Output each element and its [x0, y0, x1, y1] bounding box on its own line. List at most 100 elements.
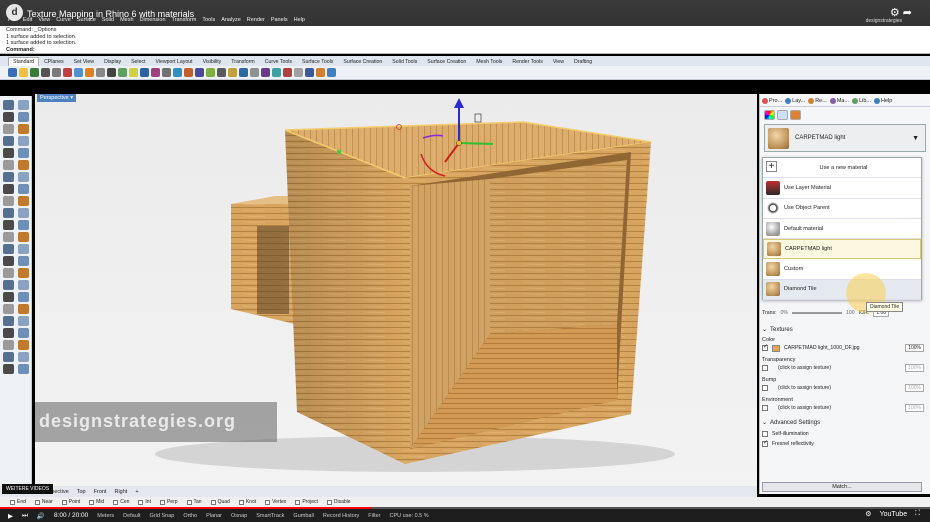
tab-transform[interactable]: Transform [226, 57, 259, 66]
left-tool-icon[interactable] [18, 208, 29, 218]
toolbar-tool-icon[interactable] [239, 68, 248, 77]
osnap-int[interactable]: Int [138, 499, 151, 505]
toolbar-tool-icon[interactable] [41, 68, 50, 77]
left-tool-icon[interactable] [18, 292, 29, 302]
menu-item-tools[interactable]: Tools [202, 17, 215, 23]
toolbar-tool-icon[interactable] [206, 68, 215, 77]
tab-render-tools[interactable]: Render Tools [507, 57, 547, 66]
toolbar-tool-icon[interactable] [52, 68, 61, 77]
self-illum-checkbox[interactable] [762, 431, 768, 437]
more-videos-button[interactable]: WEITERE VIDEOS [2, 484, 54, 494]
viewport-label[interactable]: Perspective ▾ [37, 94, 77, 102]
left-tool-icon[interactable] [18, 196, 29, 206]
toolbar-tool-icon[interactable] [74, 68, 83, 77]
status-smarttrack[interactable]: SmartTrack [256, 513, 284, 519]
panel-tab-4[interactable]: Lib... [852, 98, 871, 104]
toolbar-tool-icon[interactable] [118, 68, 127, 77]
dropdown-item-diamond-tile[interactable]: Diamond Tile [763, 279, 921, 301]
left-tool-icon[interactable] [18, 316, 29, 326]
left-tool-icon[interactable] [18, 340, 29, 350]
play-icon[interactable]: ▶ [8, 512, 13, 520]
left-tool-icon[interactable] [3, 184, 14, 194]
left-tool-icon[interactable] [18, 256, 29, 266]
transparency-amount[interactable]: 100% [905, 364, 924, 372]
left-tool-icon[interactable] [18, 160, 29, 170]
tab-view[interactable]: View [548, 57, 569, 66]
left-tool-icon[interactable] [18, 304, 29, 314]
left-tool-icon[interactable] [3, 160, 14, 170]
menu-item-mesh[interactable]: Mesh [120, 17, 133, 23]
panel-tab-2[interactable]: Re... [808, 98, 827, 104]
viewport-tab-front[interactable]: Front [94, 489, 107, 495]
assign-texture-transparency[interactable]: (click to assign texture) [778, 365, 831, 371]
left-tool-icon[interactable] [18, 232, 29, 242]
match-button[interactable]: Match... [762, 482, 922, 492]
tab-set-view[interactable]: Set View [69, 57, 99, 66]
dropdown-item-custom[interactable]: Custom [763, 259, 921, 280]
osnap-checkbox[interactable] [61, 499, 67, 505]
left-tool-icon[interactable] [18, 184, 29, 194]
left-tool-icon[interactable] [3, 244, 14, 254]
left-tool-icon[interactable] [3, 364, 14, 374]
osnap-checkbox[interactable] [210, 499, 216, 505]
tab-select[interactable]: Select [126, 57, 150, 66]
left-tool-icon[interactable] [18, 124, 29, 134]
osnap-project[interactable]: Project [295, 499, 318, 505]
left-tool-icon[interactable] [18, 352, 29, 362]
menu-item-help[interactable]: Help [294, 17, 305, 23]
tab-standard[interactable]: Standard [8, 57, 40, 66]
volume-icon[interactable]: 🔊 [37, 512, 45, 520]
status-filter[interactable]: Filter [368, 513, 380, 519]
osnap-knot[interactable]: Knot [238, 499, 256, 505]
menu-item-file[interactable]: File [8, 17, 17, 23]
next-icon[interactable]: ⏭ [22, 512, 28, 520]
toolbar-tool-icon[interactable] [63, 68, 72, 77]
left-tool-icon[interactable] [18, 100, 29, 110]
video-progress-bar[interactable] [0, 507, 930, 509]
osnap-quad[interactable]: Quad [210, 499, 230, 505]
menu-item-transform[interactable]: Transform [172, 17, 197, 23]
brush-icon[interactable] [777, 110, 788, 120]
panel-tab-0[interactable]: Pro... [762, 98, 782, 104]
toolbar-tool-icon[interactable] [327, 68, 336, 77]
assign-texture-environment[interactable]: (click to assign texture) [778, 405, 831, 411]
color-checkbox[interactable] [762, 345, 768, 351]
left-tool-icon[interactable] [18, 148, 29, 158]
color-swatch[interactable] [772, 344, 780, 352]
dropdown-item-use-a-new-material[interactable]: + Use a new material [763, 158, 921, 179]
bump-checkbox[interactable] [762, 385, 768, 391]
osnap-mid[interactable]: Mid [89, 499, 104, 505]
osnap-near[interactable]: Near [34, 499, 53, 505]
osnap-checkbox[interactable] [159, 499, 165, 505]
left-tool-icon[interactable] [3, 172, 14, 182]
toolbar-tool-icon[interactable] [96, 68, 105, 77]
left-tool-icon[interactable] [18, 328, 29, 338]
osnap-end[interactable]: End [10, 499, 26, 505]
left-tool-icon[interactable] [3, 304, 14, 314]
status-planar[interactable]: Planar [206, 513, 222, 519]
toolbar-tool-icon[interactable] [261, 68, 270, 77]
panel-tab-1[interactable]: Lay... [785, 98, 805, 104]
status-default[interactable]: Default [123, 513, 140, 519]
status-osnap[interactable]: Osnap [231, 513, 247, 519]
osnap-perp[interactable]: Perp [159, 499, 178, 505]
osnap-checkbox[interactable] [326, 499, 332, 505]
status-record-history[interactable]: Record History [323, 513, 359, 519]
osnap-tan[interactable]: Tan [186, 499, 202, 505]
toolbar-tool-icon[interactable] [250, 68, 259, 77]
tab-surface-tools[interactable]: Surface Tools [297, 57, 338, 66]
toolbar-tool-icon[interactable] [140, 68, 149, 77]
transparency-checkbox[interactable] [762, 365, 768, 371]
left-tool-icon[interactable] [3, 280, 14, 290]
osnap-checkbox[interactable] [238, 499, 244, 505]
toolbar-tool-icon[interactable] [184, 68, 193, 77]
viewport-tab-add[interactable]: + [135, 489, 138, 495]
menu-item-render[interactable]: Render [247, 17, 265, 23]
osnap-checkbox[interactable] [186, 499, 192, 505]
toolbar-tool-icon[interactable] [195, 68, 204, 77]
left-tool-icon[interactable] [3, 148, 14, 158]
osnap-checkbox[interactable] [89, 499, 95, 505]
color-amount[interactable]: 100% [905, 344, 924, 352]
osnap-disable[interactable]: Disable [326, 499, 351, 505]
left-tool-icon[interactable] [3, 352, 14, 362]
